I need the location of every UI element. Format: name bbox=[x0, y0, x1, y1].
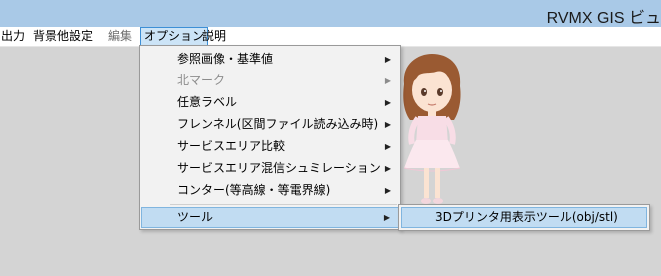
submenu-arrow-icon: ▶ bbox=[384, 55, 391, 64]
menu-item-interference-simulation[interactable]: サービスエリア混信シュミレーション ▶ bbox=[141, 158, 399, 179]
menu-options[interactable]: オプション bbox=[140, 27, 209, 46]
menu-edit[interactable]: 編集 bbox=[105, 27, 135, 46]
menu-item-fresnel[interactable]: フレンネル(区間ファイル読み込み時) ▶ bbox=[141, 114, 399, 135]
mascot-image bbox=[403, 54, 461, 204]
menu-bar: 出力 背景他設定 編集 オプション 説明 bbox=[0, 27, 661, 47]
menu-help[interactable]: 説明 bbox=[199, 27, 229, 46]
submenu-item-3d-printer-tool[interactable]: 3Dプリンタ用表示ツール(obj/stl) bbox=[401, 207, 647, 228]
submenu-arrow-icon: ▶ bbox=[384, 142, 391, 151]
menu-item-tools[interactable]: ツール ▶ bbox=[141, 207, 399, 228]
submenu-arrow-icon: ▶ bbox=[384, 120, 391, 129]
title-bar: RVMX GIS ビュ bbox=[0, 0, 661, 27]
menu-item-service-area-comparison[interactable]: サービスエリア比較 ▶ bbox=[141, 136, 399, 157]
submenu-arrow-icon: ▶ bbox=[384, 98, 391, 107]
menu-item-custom-label[interactable]: 任意ラベル ▶ bbox=[141, 92, 399, 113]
tools-submenu: 3Dプリンタ用表示ツール(obj/stl) bbox=[398, 204, 650, 231]
window-title: RVMX GIS ビュ bbox=[546, 10, 661, 27]
submenu-arrow-icon: ▶ bbox=[384, 164, 391, 173]
menu-separator bbox=[170, 204, 397, 205]
options-dropdown-menu: 参照画像・基準値 ▶ 北マーク ▶ 任意ラベル ▶ フレンネル(区間ファイル読み… bbox=[139, 45, 401, 230]
submenu-arrow-icon: ▶ bbox=[383, 213, 390, 222]
menu-output[interactable]: 出力 bbox=[0, 27, 28, 46]
menu-item-reference-image[interactable]: 参照画像・基準値 ▶ bbox=[141, 49, 399, 70]
menu-item-contour[interactable]: コンター(等高線・等電界線) ▶ bbox=[141, 180, 399, 201]
menu-background-settings[interactable]: 背景他設定 bbox=[30, 27, 96, 46]
submenu-arrow-icon: ▶ bbox=[384, 76, 391, 85]
menu-item-north-mark[interactable]: 北マーク ▶ bbox=[141, 70, 399, 91]
submenu-arrow-icon: ▶ bbox=[384, 186, 391, 195]
